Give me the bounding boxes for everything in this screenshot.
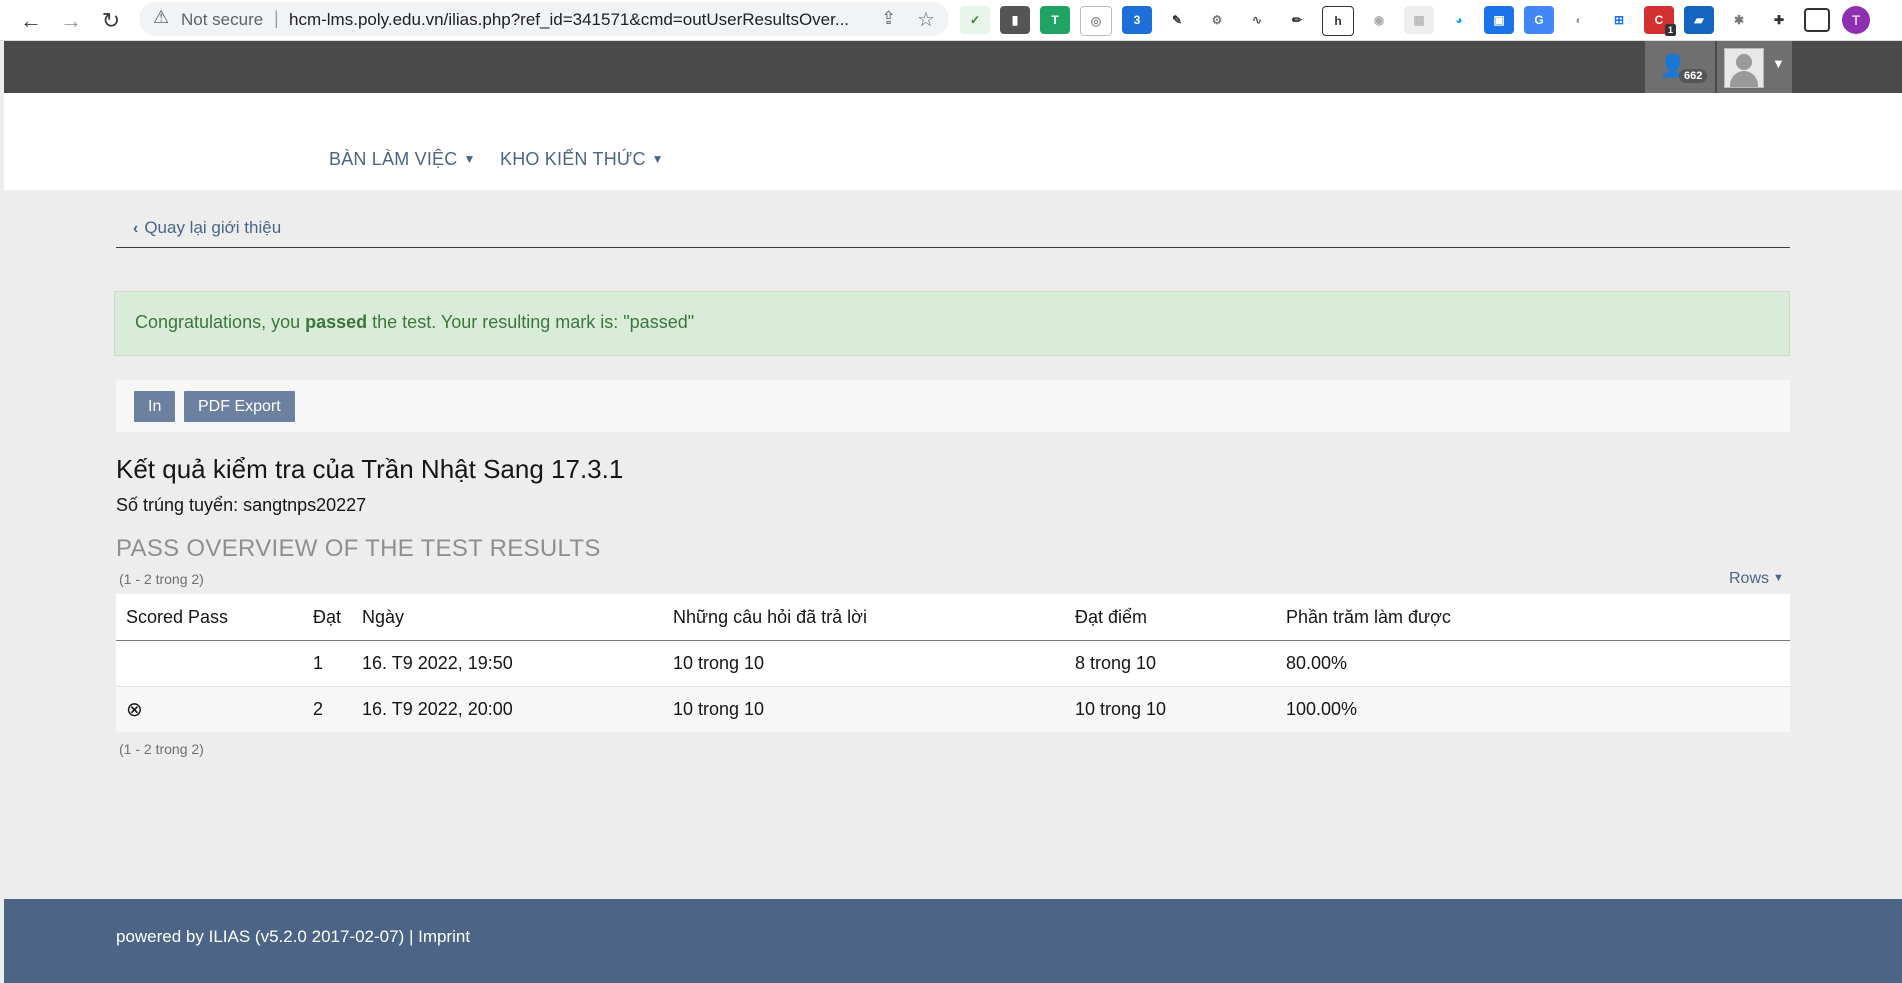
matriculation-number: Số trúng tuyển: sangtnps20227: [116, 495, 367, 515]
rows-label: Rows: [1729, 570, 1770, 587]
success-alert: Congratulations, you passed the test. Yo…: [114, 291, 1790, 356]
table-range-bottom: (1 - 2 trong 2): [119, 741, 204, 757]
browser-toolbar: ← → ↻ ⚠ Not secure | hcm-lms.poly.edu.vn…: [0, 0, 1902, 41]
rows-selector[interactable]: Rows ▼: [1729, 570, 1784, 588]
pass-number-cell: 1: [303, 640, 352, 687]
table-range-top: (1 - 2 trong 2): [119, 571, 204, 587]
bug-icon[interactable]: ✱: [1724, 6, 1754, 34]
extension-icon[interactable]: ✓: [960, 6, 990, 34]
footer-text[interactable]: powered by ILIAS (v5.2.0 2017-02-07) | I…: [116, 927, 470, 947]
column-header: Phần trăm làm được: [1276, 594, 1790, 641]
date-cell: 16. T9 2022, 20:00: [352, 686, 663, 732]
table-row: 1 16. T9 2022, 19:50 10 trong 10 8 trong…: [116, 640, 1790, 687]
pdf-export-button[interactable]: PDF Export: [184, 391, 295, 422]
alert-emphasis: passed: [305, 312, 368, 332]
pass-number-cell: 2: [303, 686, 352, 732]
forward-arrow-icon[interactable]: →: [56, 6, 86, 36]
chevron-left-icon: ‹: [133, 220, 139, 237]
main-navigation: BÀN LÀM VIỆC ▼ KHO KIẾN THỨC ▼: [4, 93, 1902, 190]
date-cell: 16. T9 2022, 19:50: [352, 640, 663, 687]
wave-icon[interactable]: ◕: [1444, 6, 1474, 34]
table-icon[interactable]: ⊞: [1604, 6, 1634, 34]
face-icon[interactable]: ◉: [1364, 6, 1394, 34]
extensions-bar: ✓ ▮ T ◎ 3 ✎ ⚙ ∿ ✏ h ◉ ▦ ◕ ▣ G ◐ ⊞ C1 ▰ ✱…: [960, 6, 1830, 36]
caret-down-icon: ▼: [463, 152, 476, 166]
extension-icon[interactable]: T: [1040, 6, 1070, 34]
moon-icon[interactable]: ◐: [1564, 6, 1594, 34]
save-icon[interactable]: ▣: [1484, 6, 1514, 34]
css-icon[interactable]: 3: [1122, 6, 1152, 34]
user-menu-button[interactable]: ▼: [1717, 41, 1792, 93]
table-header-row: Scored Pass Đạt Ngày Những câu hỏi đã tr…: [116, 594, 1790, 641]
table-row: ⊗ 2 16. T9 2022, 20:00 10 trong 10 10 tr…: [116, 686, 1790, 732]
nav-item-repository[interactable]: KHO KIẾN THỨC ▼: [500, 149, 664, 170]
extension-icon[interactable]: ▰: [1684, 6, 1714, 34]
caret-down-icon: ▼: [651, 152, 664, 166]
footer: powered by ILIAS (v5.2.0 2017-02-07) | I…: [4, 899, 1902, 983]
translate-icon[interactable]: G: [1524, 6, 1554, 34]
column-header: Ngày: [352, 594, 663, 641]
share-icon[interactable]: ⇪: [881, 8, 896, 29]
answered-cell: 10 trong 10: [663, 640, 1065, 687]
reload-icon[interactable]: ↻: [96, 6, 126, 36]
column-header: Đạt: [303, 594, 352, 641]
heading-icon[interactable]: h: [1322, 6, 1354, 36]
top-bar: 👤 662 ▼: [4, 41, 1902, 93]
divider: [116, 247, 1790, 248]
column-header: Những câu hỏi đã trả lời: [663, 594, 1065, 641]
action-toolbar: In PDF Export: [116, 380, 1790, 432]
extension-badge-icon[interactable]: C1: [1644, 6, 1676, 36]
browser-profile-avatar[interactable]: T: [1842, 6, 1870, 34]
caret-down-icon: ▼: [1773, 572, 1784, 584]
scored-pass-cell: [116, 640, 303, 687]
url-text[interactable]: hcm-lms.poly.edu.vn/ilias.php?ref_id=341…: [289, 10, 869, 30]
security-label: Not secure: [181, 10, 264, 29]
results-table: Scored Pass Đạt Ngày Những câu hỏi đã tr…: [116, 594, 1790, 732]
avatar: [1724, 48, 1764, 88]
sidebar-icon[interactable]: [1804, 8, 1830, 32]
column-header: Đạt điểm: [1065, 594, 1276, 641]
puzzle-icon[interactable]: ✚: [1764, 6, 1794, 34]
points-cell: 8 trong 10: [1065, 640, 1276, 687]
print-button[interactable]: In: [134, 391, 176, 422]
bookmark-star-icon[interactable]: ☆: [917, 7, 935, 32]
points-cell: 10 trong 10: [1065, 686, 1276, 732]
back-link[interactable]: ‹ Quay lại giới thiệu: [133, 218, 281, 238]
back-arrow-icon[interactable]: ←: [16, 6, 46, 36]
column-header: Scored Pass: [116, 594, 303, 641]
warning-icon: ⚠: [153, 7, 170, 27]
alert-prefix: Congratulations, you: [135, 312, 306, 332]
percent-cell: 100.00%: [1276, 686, 1790, 732]
extension-badge: 1: [1664, 24, 1676, 36]
gear-icon[interactable]: ⚙: [1202, 6, 1232, 34]
divider: |: [274, 8, 279, 28]
answered-cell: 10 trong 10: [663, 686, 1065, 732]
percent-cell: 80.00%: [1276, 640, 1790, 687]
section-title: PASS OVERVIEW OF THE TEST RESULTS: [116, 535, 601, 562]
address-bar[interactable]: ⚠ Not secure | hcm-lms.poly.edu.vn/ilias…: [139, 2, 949, 36]
page-title: Kết quả kiểm tra của Trần Nhật Sang 17.3…: [116, 454, 624, 484]
grid-icon[interactable]: ▦: [1404, 6, 1434, 34]
extension-icon[interactable]: ▮: [1000, 6, 1030, 34]
caret-down-icon: ▼: [1772, 56, 1785, 71]
nav-item-label: BÀN LÀM VIỆC: [329, 149, 458, 169]
nav-item-desktop[interactable]: BÀN LÀM VIỆC ▼: [329, 149, 476, 170]
pulse-icon[interactable]: ∿: [1242, 6, 1272, 34]
notifications-button[interactable]: 👤 662: [1645, 41, 1715, 93]
alert-suffix: the test. Your resulting mark is: "passe…: [367, 312, 695, 332]
compass-icon[interactable]: ◎: [1080, 6, 1112, 36]
scored-pass-icon: ⊗: [116, 686, 303, 732]
eyedropper-icon[interactable]: ✎: [1162, 6, 1192, 34]
pencil-icon[interactable]: ✏: [1282, 6, 1312, 34]
nav-item-label: KHO KIẾN THỨC: [500, 149, 646, 169]
back-link-label: Quay lại giới thiệu: [144, 218, 282, 237]
notification-count: 662: [1679, 69, 1708, 83]
